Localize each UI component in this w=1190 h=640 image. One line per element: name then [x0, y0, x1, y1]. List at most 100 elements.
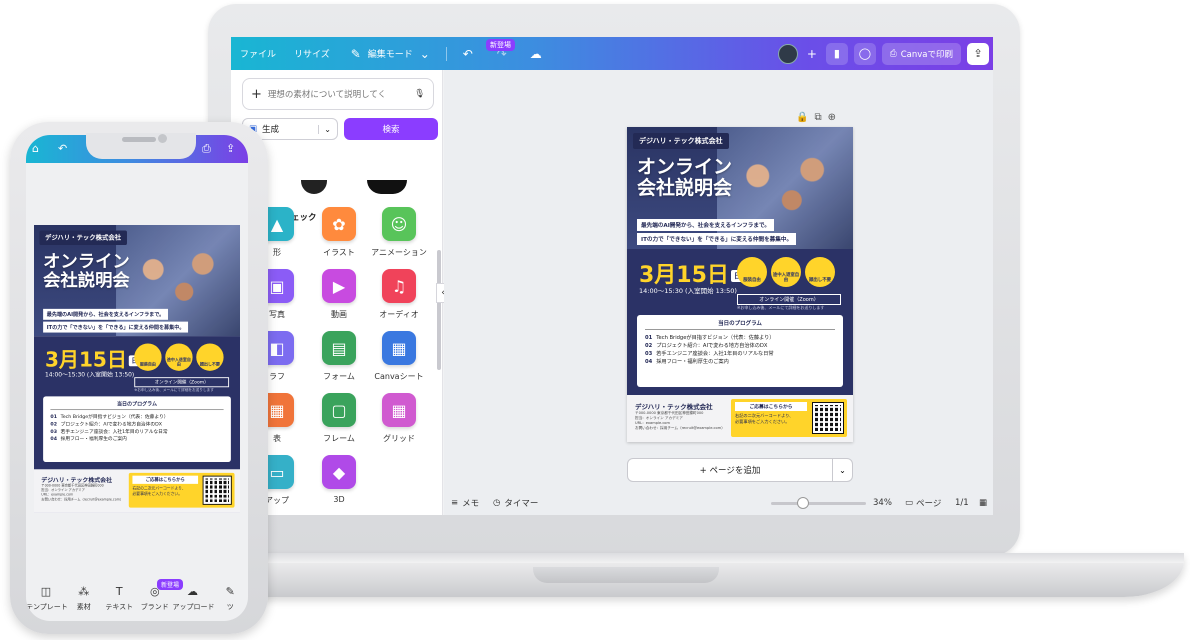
add-page-label: + ページを追加 [699, 466, 761, 476]
category-tile[interactable]: ✿ イラスト [311, 207, 367, 258]
search-input[interactable]: + 理想の素材について説明してく 🎙 [242, 78, 434, 110]
footer-info-line: お問い合わせ：採用チーム（recruit@example.com） [41, 497, 124, 502]
category-tile-label: オーディオ [379, 310, 419, 319]
program-item: 01 Tech Bridgeが目指すビジョン（代表：佐藤より） [50, 414, 223, 421]
shape-thumb[interactable] [367, 180, 407, 194]
program-item: 03 若手エンジニア座談会：入社1年目のリアルな日常 [50, 428, 223, 435]
timer-button[interactable]: ◷ タイマー [493, 497, 538, 509]
program-item: 03 若手エンジニア座談会：入社1年目のリアルな日常 [645, 350, 835, 358]
chevron-down-icon: ⌄ [419, 46, 430, 61]
phone-nav-item[interactable]: ⁂ 素材 [66, 585, 102, 612]
category-tile[interactable]: ▤ フォーム [311, 331, 367, 382]
feature-circle: 服装自由 [134, 343, 162, 371]
add-page-options-button[interactable]: ⌄ [832, 458, 853, 482]
category-tile[interactable]: ▦ Canvaシート [371, 331, 427, 382]
search-button[interactable]: 検索 [344, 118, 438, 140]
grid-view-icon[interactable]: ▦ [979, 498, 987, 508]
add-page-icon[interactable]: ⊕ [828, 112, 836, 123]
analytics-button[interactable]: ▮ [825, 42, 848, 65]
phone-nav-item[interactable]: ◫ テンプレート [26, 585, 68, 612]
timer-label: タイマー [504, 498, 539, 509]
zoom-slider[interactable] [771, 502, 866, 505]
panel-scrollbar[interactable] [437, 250, 441, 370]
comment-icon: ◯ [858, 47, 872, 60]
program-title: 当日のプログラム [50, 400, 224, 411]
share-icon: ⇪ [973, 47, 983, 60]
cloud-save-button[interactable]: ☁ [519, 46, 553, 62]
duplicate-icon[interactable]: ⧉ [814, 112, 821, 123]
phone-camera [158, 134, 167, 143]
lock-icon[interactable]: 🔒 [796, 112, 808, 123]
feature-circle: 顔出し不要 [196, 343, 224, 371]
notes-button[interactable]: ≡ メモ [451, 497, 479, 509]
category-tile[interactable]: ▶ 動画 [311, 269, 367, 320]
generate-label: 生成 [262, 125, 280, 135]
bar-chart-icon: ▮ [833, 47, 840, 60]
zoom-slider-handle[interactable] [797, 497, 809, 509]
timer-icon: ◷ [493, 497, 501, 508]
microphone-icon[interactable]: 🎙 [414, 89, 425, 99]
add-page-button[interactable]: + ページを追加 [627, 458, 833, 482]
elements-icon: ⁂ [78, 585, 90, 598]
grid-icon: ▦ [382, 393, 416, 427]
category-tile[interactable]: ▢ フレーム [311, 393, 367, 444]
shape-thumb[interactable] [301, 180, 327, 194]
stage: ファイル リサイズ ✎ 編集モード ⌄ ↶ ↷ ☁ 新登場 + ▮ ◯ ⎙ Ca… [0, 0, 1190, 640]
flyer-title: オンライン 会社説明会 [637, 157, 732, 199]
music-icon: ♫ [382, 269, 416, 303]
search-placeholder: 理想の素材について説明してく [267, 90, 387, 100]
program-item: 02 プロジェクト紹介：AIで変わる地方自治体のDX [645, 342, 835, 350]
printer-icon[interactable]: ⎙ [202, 142, 211, 156]
laptop-base-lip [186, 553, 1184, 563]
home-icon[interactable]: ⌂ [32, 142, 39, 155]
share-icon[interactable]: ⇪ [226, 142, 235, 155]
add-collaborator-icon[interactable]: + [804, 46, 820, 62]
program-text: 採用フロー・福利厚生のご案内 [656, 359, 729, 365]
flyer-tagline: ITの力で「できない」を「できる」に変える仲間を募集中。 [637, 233, 797, 245]
cube-icon: ◆ [322, 455, 356, 489]
phone-nav-item[interactable]: T テキスト [102, 585, 138, 612]
undo-icon[interactable]: ↶ [58, 142, 67, 155]
program-number: 01 [645, 335, 653, 341]
category-tile-label: アニメーション [371, 248, 427, 257]
category-tile[interactable]: ▦ グリッド [371, 393, 427, 444]
flyer-feature-circles: 服装自由 途中入退室自由 顔出し不要 [737, 257, 835, 287]
program-number: 03 [645, 351, 653, 357]
category-tile[interactable]: ♫ オーディオ [371, 269, 427, 320]
flyer-title-line2: 会社説明会 [43, 270, 130, 291]
avatar[interactable] [777, 43, 798, 64]
print-button[interactable]: ⎙ Canvaで印刷 [881, 42, 961, 65]
bottom-bar: ≡ メモ ◷ タイマー 34% ▭ ページ 1/1 ▦ [443, 490, 993, 515]
footer-info: 〒000-0000 東京都千代田区神田錦町000 担当：オンライン アカデミア UR… [635, 411, 725, 431]
phone-screen: ⌂ ↶ ⎙ ⇪ デジハリ・テック株式会社 オンライン 会社説明会 最先端のAI開発から… [26, 135, 248, 621]
category-tile[interactable]: ◆ 3D [311, 455, 367, 504]
phone-nav-label: アップロード [172, 603, 215, 611]
editor-top-bar: ファイル リサイズ ✎ 編集モード ⌄ ↶ ↷ ☁ 新登場 + ▮ ◯ ⎙ Ca… [231, 37, 993, 70]
pages-button[interactable]: ▭ ページ [905, 497, 941, 509]
feature-circle: 顔出し不要 [805, 257, 835, 287]
phone-flyer-page[interactable]: デジハリ・テック株式会社 オンライン 会社説明会 最先端のAI開発から、社会を支えるイ… [34, 225, 240, 513]
footer-info: 〒000-0000 東京都千代田区神田錦町000 担当：オンライン アカデミア UR… [41, 484, 123, 502]
comment-button[interactable]: ◯ [853, 42, 876, 65]
phone-nav-label: テンプレート [26, 603, 68, 611]
zoom-level[interactable]: 34% [873, 498, 892, 508]
resize-menu-label: リサイズ [294, 50, 330, 60]
flyer-program: 当日のプログラム 01 Tech Bridgeが目指すビジョン（代表：佐藤より） 02… [637, 315, 843, 387]
apply-text: 右記の二次元バーコードより、 必要事項をご入力ください。 [132, 486, 185, 497]
file-menu[interactable]: ファイル [231, 47, 285, 60]
undo-button[interactable]: ↶ [451, 46, 485, 62]
flyer-title: オンライン 会社説明会 [43, 252, 130, 290]
share-button[interactable]: ⇪ [967, 42, 989, 65]
flyer-title-line2: 会社説明会 [637, 177, 733, 199]
phone-nav-label: 素材 [76, 603, 91, 611]
program-item: 04 採用フロー・福利厚生のご案内 [50, 436, 223, 443]
laptop-notch [533, 567, 719, 583]
flyer-tagline: ITの力で「できない」を「できる」に変える仲間を募集中。 [43, 321, 189, 333]
edit-mode-menu[interactable]: ✎ 編集モード ⌄ [339, 46, 442, 62]
flyer-page[interactable]: デジハリ・テック株式会社 オンライン 会社説明会 最先端のAI開発から、社会を支えるイ… [627, 127, 853, 442]
category-tile[interactable]: ☺ アニメーション [371, 207, 427, 258]
undo-icon: ↶ [462, 46, 473, 61]
phone-nav-item[interactable]: ✎ ツ [213, 585, 249, 612]
flyer-info-area: 3月15日日14:00〜15:30 (入室開始 13:50)服装自由途中入退室自… [627, 249, 853, 442]
resize-menu[interactable]: リサイズ [285, 47, 339, 60]
